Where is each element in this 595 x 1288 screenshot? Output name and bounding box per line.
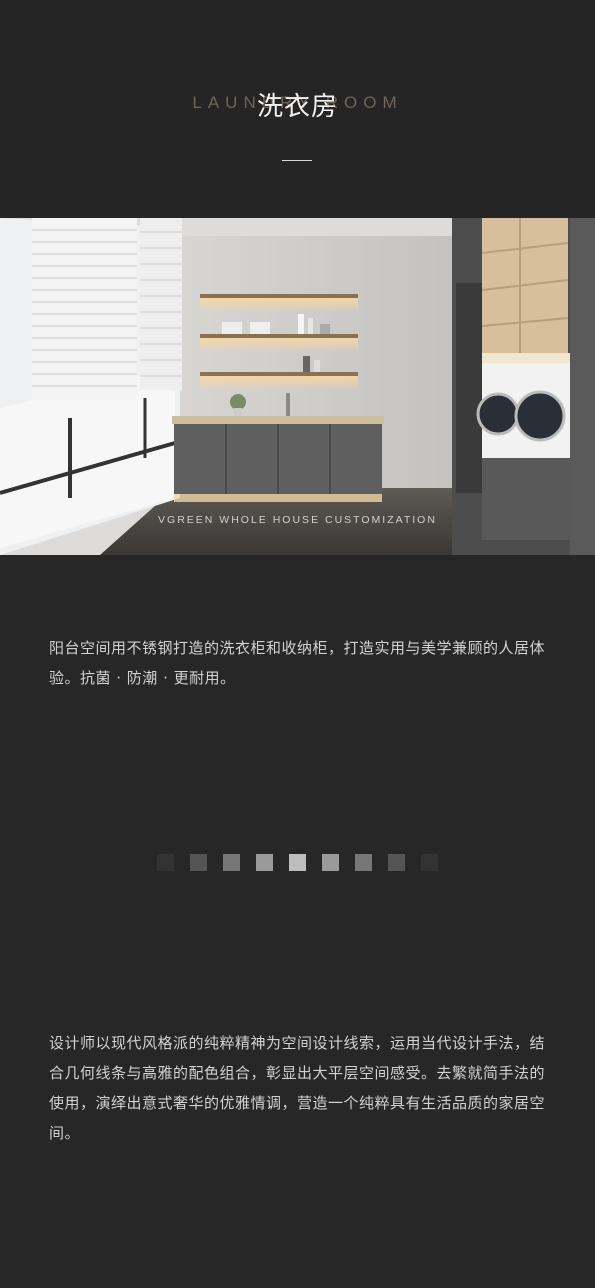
photo-watermark: VGREEN WHOLE HOUSE CUSTOMIZATION [158, 514, 437, 526]
paragraph-2: 设计师以现代风格派的纯粹精神为空间设计线索，运用当代设计手法，结合几何线条与高雅… [49, 1034, 546, 1142]
title-divider [282, 160, 312, 161]
decor-square [355, 854, 372, 871]
decor-square [256, 854, 273, 871]
laundry-room-illustration [0, 218, 595, 555]
decor-square [322, 854, 339, 871]
decor-square [289, 854, 306, 871]
decor-square [190, 854, 207, 871]
decor-square [388, 854, 405, 871]
chinese-title: 洗衣房 [256, 92, 338, 122]
window-blinds [32, 218, 182, 400]
wall-shelves [200, 294, 358, 390]
decor-square [223, 854, 240, 871]
decor-square [157, 854, 174, 871]
paragraph-1: 阳台空间用不锈钢打造的洗衣柜和收纳柜，打造实用与美学兼顾的人居体验。抗菌 · 防… [49, 639, 546, 687]
decor-square [421, 854, 438, 871]
header-section: LAUNDRY ROOM 洗衣房 [0, 0, 595, 218]
laundry-room-photo [0, 218, 595, 555]
laundry-cabinet [452, 218, 595, 555]
